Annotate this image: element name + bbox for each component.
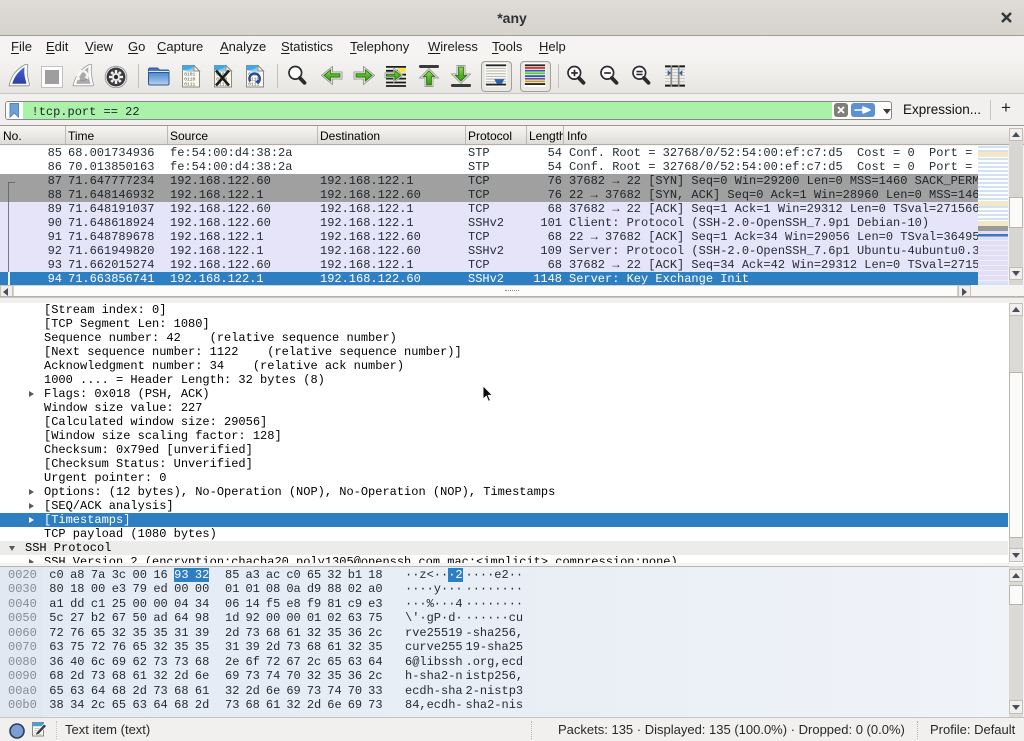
svg-text:0111: 0111 [184,82,195,88]
